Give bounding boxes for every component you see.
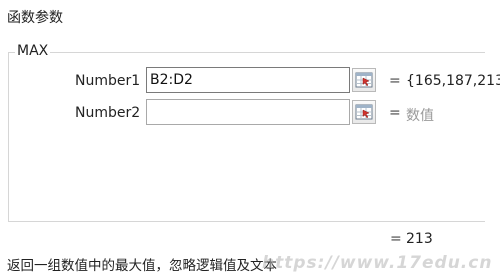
collapse-dialog-icon [355, 104, 373, 120]
formula-result-value: 213 [406, 231, 433, 247]
number2-collapse-button[interactable] [352, 100, 376, 124]
number2-input[interactable] [146, 99, 350, 125]
number1-input[interactable] [146, 67, 350, 93]
formula-result-equals-sign: = [390, 231, 402, 247]
collapse-dialog-icon [355, 72, 373, 88]
number1-evaluated-value: {165,187,213} [406, 73, 500, 89]
title-bar[interactable]: 函数参数 [0, 0, 500, 34]
number1-label: Number1 [75, 73, 141, 89]
number1-collapse-button[interactable] [352, 68, 376, 92]
number2-label: Number2 [75, 105, 141, 121]
watermark: https://www.17edu.cn [262, 253, 493, 273]
number2-equals-sign: = [389, 105, 401, 121]
function-name: MAX [15, 43, 51, 59]
function-description: 返回一组数值中的最大值，忽略逻辑值及文本 [7, 258, 277, 274]
number2-evaluated-value: 数值 [406, 108, 434, 124]
function-arguments-dialog: 函数参数 MAX Number1 = {165,187,213} Number2 [0, 0, 500, 277]
number1-equals-sign: = [389, 73, 401, 89]
dialog-title: 函数参数 [7, 10, 63, 26]
